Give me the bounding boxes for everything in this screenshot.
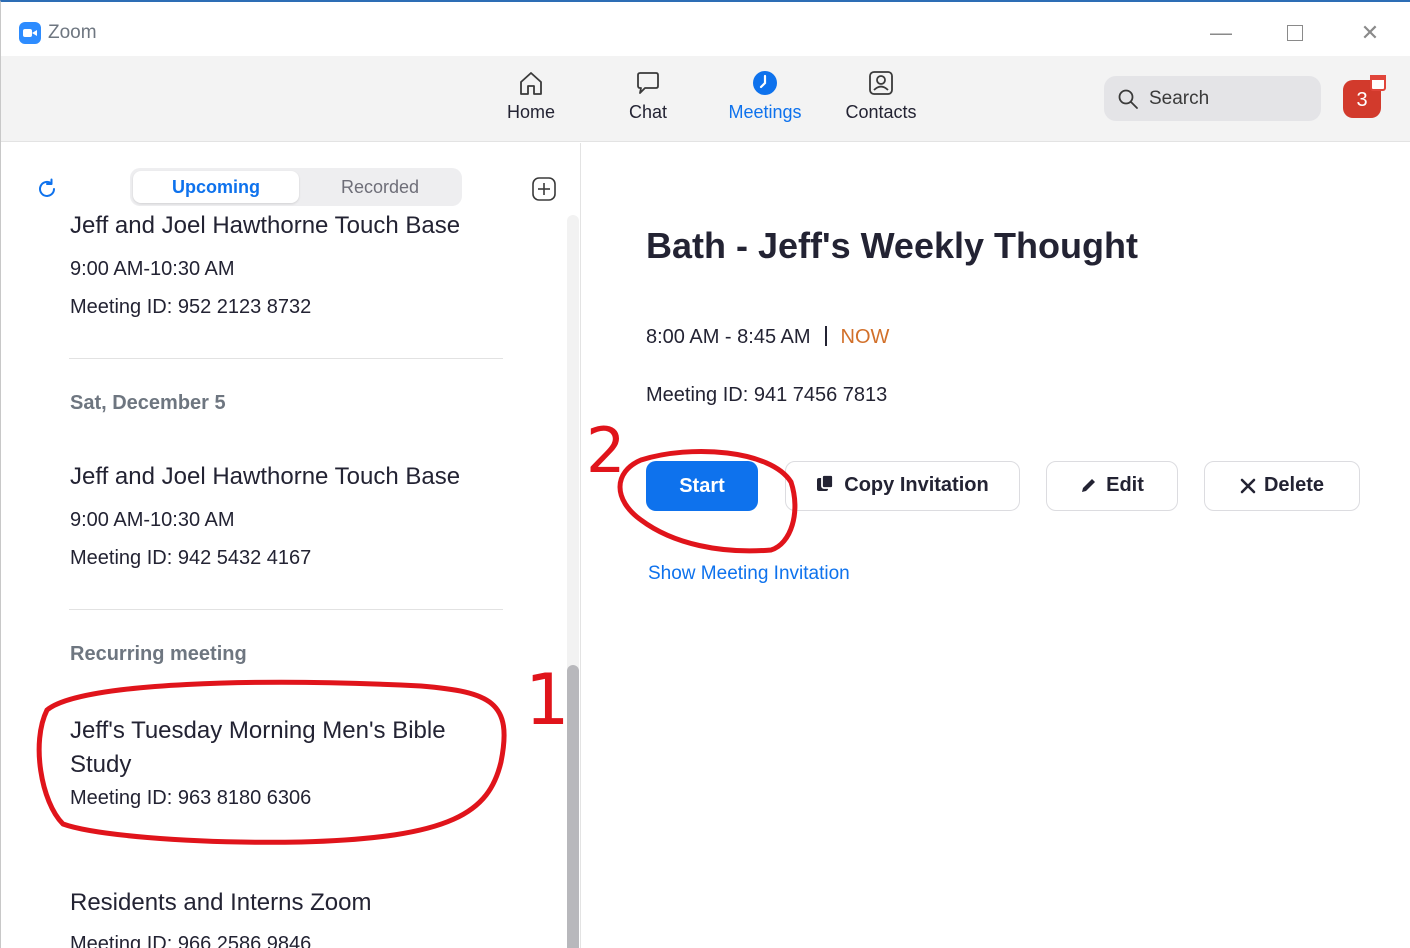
meeting-id: Meeting ID: 966 2586 9846	[70, 933, 312, 948]
list-scrollbar[interactable]	[567, 215, 579, 948]
minimize-button[interactable]: —	[1201, 16, 1241, 50]
edit-button[interactable]: Edit	[1046, 461, 1178, 511]
tab-chat[interactable]: Chat	[598, 68, 698, 134]
zoom-window: Zoom — ✕ Home Chat Meetings Contacts Sea…	[0, 0, 1410, 948]
copy-invitation-label: Copy Invitation	[844, 474, 989, 496]
calendar-badge-icon	[1370, 75, 1386, 91]
tab-home[interactable]: Home	[481, 68, 581, 134]
window-title: Zoom	[48, 22, 97, 43]
copy-icon	[817, 474, 835, 491]
tab-chat-label: Chat	[628, 102, 668, 122]
delete-label: Delete	[1263, 474, 1325, 496]
tab-meetings-label: Meetings	[728, 102, 802, 122]
tab-meetings[interactable]: Meetings	[715, 68, 815, 134]
search-box[interactable]: Search	[1104, 76, 1321, 121]
show-meeting-invitation-link[interactable]: Show Meeting Invitation	[648, 563, 850, 585]
tab-contacts-label: Contacts	[845, 102, 917, 122]
meeting-detail-time: 8:00 AM - 8:45 AM	[646, 326, 811, 348]
close-button[interactable]: ✕	[1350, 16, 1390, 50]
top-nav: Home Chat Meetings Contacts Search 3	[1, 56, 1410, 142]
tab-contacts[interactable]: Contacts	[831, 68, 931, 134]
copy-invitation-button[interactable]: Copy Invitation	[785, 461, 1020, 511]
meetings-list-pane: Upcoming Recorded Jeff and Joel Hawthorn…	[1, 143, 581, 948]
zoom-logo-icon	[19, 22, 41, 44]
tab-recorded[interactable]: Recorded	[300, 171, 460, 203]
pencil-icon	[1082, 479, 1096, 492]
meeting-id: Meeting ID: 942 5432 4167	[70, 547, 312, 569]
meeting-detail-id: Meeting ID: 941 7456 7813	[646, 384, 888, 406]
scrollbar-thumb[interactable]	[567, 665, 579, 948]
clock-icon	[753, 71, 777, 95]
meeting-title: Residents and Interns Zoom	[70, 889, 372, 916]
meeting-title: Jeff and Joel Hawthorne Touch Base	[70, 212, 461, 239]
meeting-title: Jeff's Tuesday Morning Men's Bible Study	[70, 717, 446, 778]
contacts-icon	[869, 71, 893, 95]
start-button[interactable]: Start	[646, 461, 758, 511]
status-badge: NOW	[840, 326, 890, 348]
meeting-detail-title: Bath - Jeff's Weekly Thought	[646, 225, 1138, 266]
edit-label: Edit	[1106, 474, 1144, 496]
tab-upcoming[interactable]: Upcoming	[133, 171, 299, 203]
meeting-detail-pane: Bath - Jeff's Weekly Thought 8:00 AM - 8…	[582, 143, 1410, 948]
home-icon	[520, 72, 542, 95]
search-label: Search	[1149, 88, 1210, 109]
refresh-icon[interactable]	[35, 177, 59, 201]
maximize-icon	[1287, 25, 1303, 41]
close-icon	[1240, 478, 1256, 494]
maximize-button[interactable]	[1275, 16, 1315, 50]
list-tabs: Upcoming Recorded	[130, 168, 462, 206]
meeting-title: Jeff and Joel Hawthorne Touch Base	[70, 463, 461, 490]
divider	[69, 609, 503, 610]
meeting-time: 9:00 AM-10:30 AM	[70, 509, 235, 531]
chat-icon	[637, 72, 659, 94]
section-header-recurring: Recurring meeting	[70, 643, 247, 665]
add-meeting-icon[interactable]	[531, 176, 557, 202]
meeting-time: 9:00 AM-10:30 AM	[70, 258, 235, 280]
delete-button[interactable]: Delete	[1204, 461, 1360, 511]
separator	[824, 326, 827, 346]
meeting-id: Meeting ID: 963 8180 6306	[70, 787, 312, 809]
meeting-detail-time-row: 8:00 AM - 8:45 AM NOW	[646, 326, 889, 349]
divider	[69, 358, 503, 359]
title-bar: Zoom — ✕	[1, 2, 1410, 56]
search-icon	[1118, 89, 1138, 109]
section-header-date: Sat, December 5	[70, 392, 226, 414]
meeting-id: Meeting ID: 952 2123 8732	[70, 296, 312, 318]
tab-home-label: Home	[506, 102, 555, 122]
